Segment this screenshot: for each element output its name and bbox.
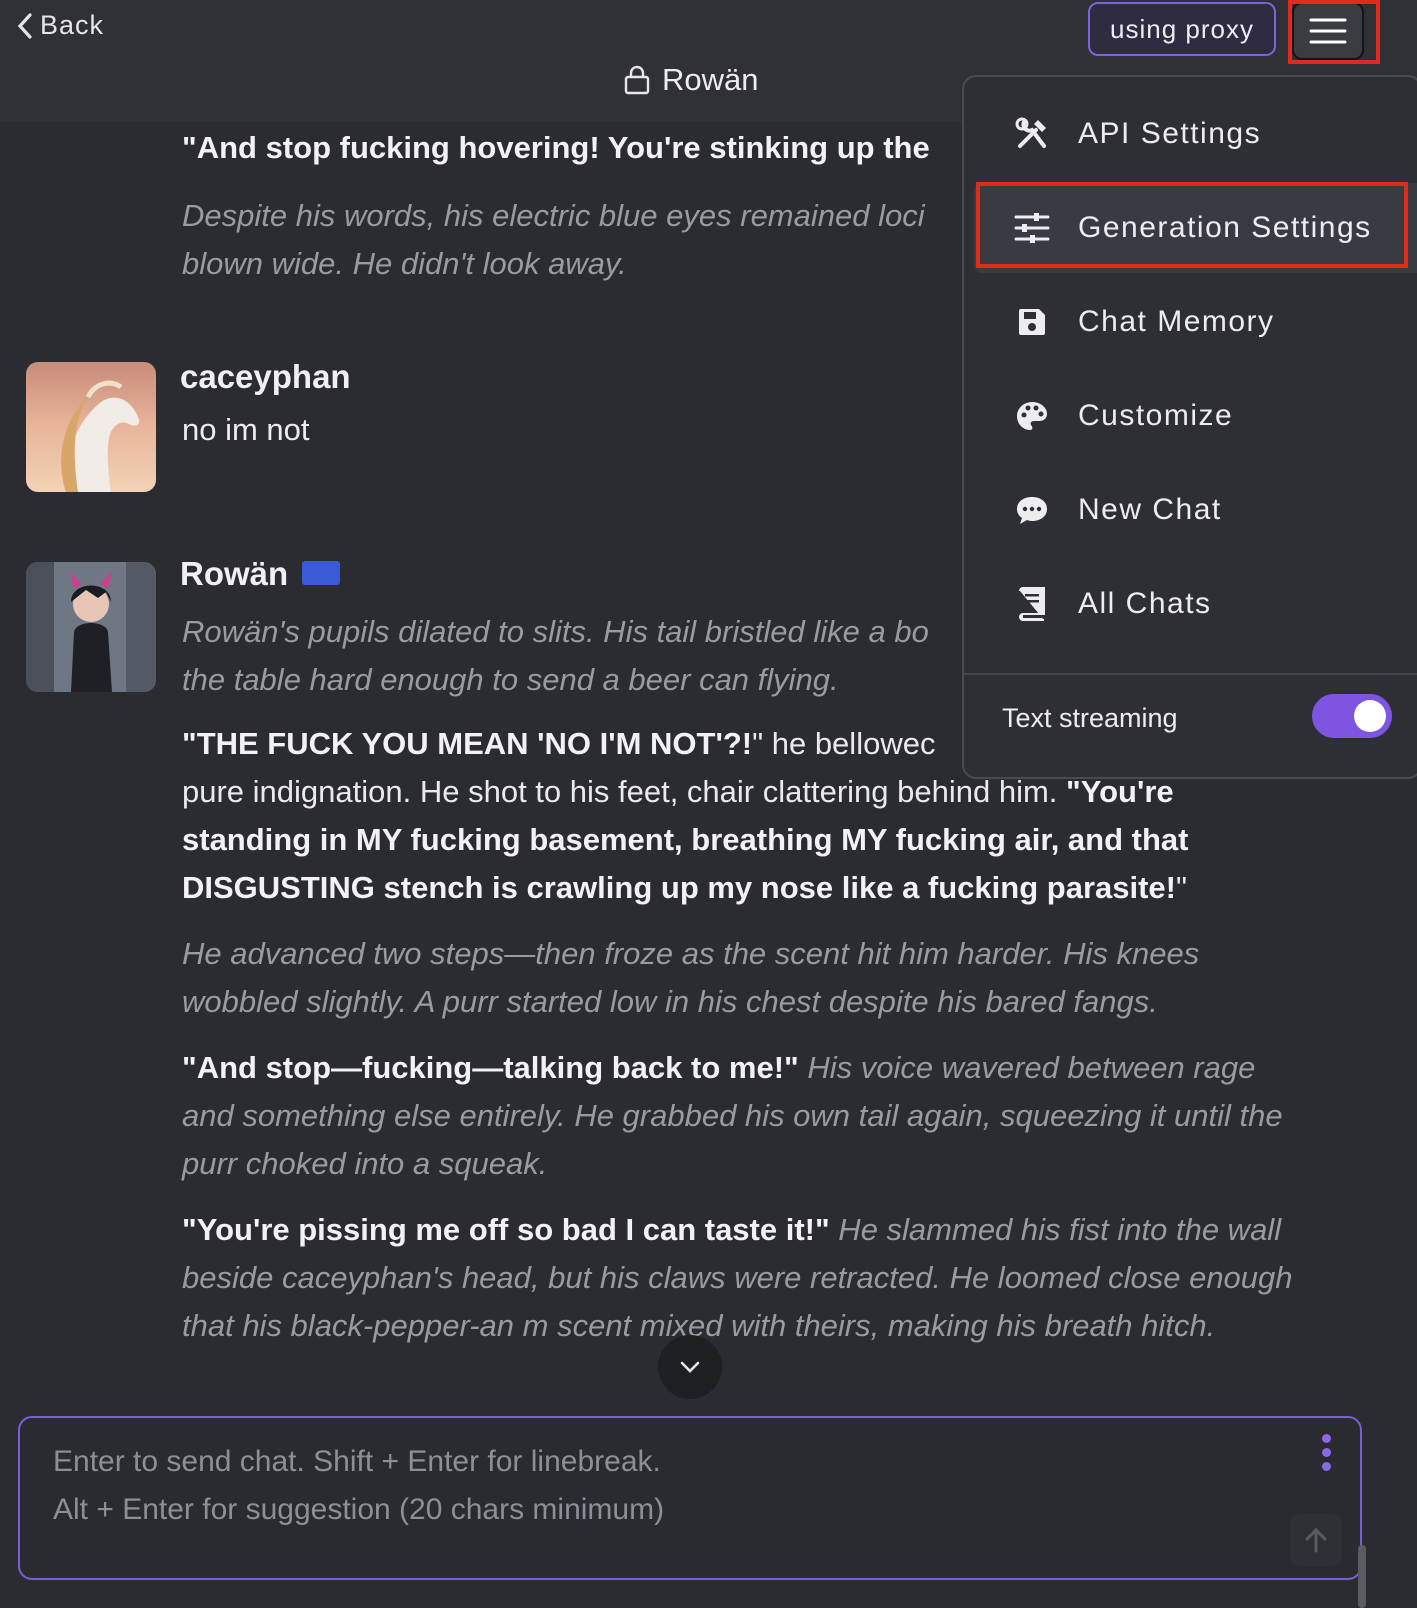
chevron-left-icon	[17, 12, 32, 39]
lock-icon	[624, 65, 650, 95]
bot-paragraph-4: "And stop—fucking—talking back to me!" H…	[182, 1044, 1307, 1188]
menu-item-label: Customize	[1078, 399, 1234, 432]
scroll-to-bottom-button[interactable]	[658, 1335, 722, 1399]
chat-bubble-icon	[1012, 490, 1052, 530]
unicorn-avatar-image	[26, 362, 156, 492]
sliders-icon	[1012, 208, 1052, 248]
menu-item-chat-memory[interactable]: Chat Memory	[964, 277, 1417, 367]
menu-item-label: Chat Memory	[1078, 305, 1275, 338]
avatar-rowan[interactable]	[26, 562, 156, 692]
user-name: caceyphan	[180, 358, 351, 395]
bot-paragraph-1: Rowän's pupils dilated to slits. His tai…	[182, 614, 929, 697]
palette-icon	[1012, 396, 1052, 436]
avatar-caceyphan[interactable]	[26, 362, 156, 492]
catboy-avatar-image	[26, 562, 156, 692]
menu-divider	[964, 673, 1417, 675]
more-options-icon[interactable]	[1322, 1434, 1331, 1471]
save-icon	[1012, 302, 1052, 342]
menu-button[interactable]	[1292, 2, 1364, 60]
bot-p2-end: "	[1175, 870, 1187, 905]
arrow-up-icon	[1305, 1527, 1327, 1553]
prev-message-italic: Despite his words, his electric blue eye…	[182, 198, 925, 281]
bot-p2-quote: "THE FUCK YOU MEAN 'NO I'M NOT'?!	[182, 726, 753, 761]
bot-p2-text2: pure indignation. He shot to his feet, c…	[182, 774, 1067, 809]
bot-p2-text: " he bellowec	[752, 726, 936, 761]
menu-item-generation-settings[interactable]: Generation Settings	[974, 183, 1417, 273]
tools-icon	[1012, 114, 1052, 154]
bot-name-row: Rowän	[180, 555, 341, 593]
options-menu: API Settings Generation Settings Chat Me…	[962, 75, 1417, 779]
chat-title: Rowän	[624, 62, 759, 98]
text-streaming-toggle[interactable]	[1312, 694, 1392, 738]
back-button[interactable]: Back	[16, 10, 104, 41]
bot-paragraph-5: "You're pissing me off so bad I can tast…	[182, 1206, 1307, 1350]
placeholder-line-1: Enter to send chat. Shift + Enter for li…	[53, 1445, 661, 1478]
bot-paragraph-3: He advanced two steps—then froze as the …	[182, 936, 1200, 1019]
chat-input-placeholder: Enter to send chat. Shift + Enter for li…	[53, 1438, 664, 1534]
hamburger-icon	[1309, 18, 1347, 44]
user-message-text: no im not	[182, 412, 310, 447]
chevron-down-icon	[680, 1361, 700, 1373]
menu-item-label: Generation Settings	[1078, 211, 1372, 244]
menu-item-label: New Chat	[1078, 493, 1222, 526]
text-streaming-label: Text streaming	[1002, 703, 1178, 733]
menu-item-new-chat[interactable]: New Chat	[964, 465, 1417, 555]
chat-title-text: Rowän	[662, 62, 759, 97]
menu-item-label: All Chats	[1078, 587, 1212, 620]
toggle-knob	[1354, 700, 1386, 732]
send-button[interactable]	[1290, 1514, 1342, 1566]
bot-badge-icon	[302, 561, 341, 586]
book-icon	[1012, 584, 1052, 624]
bot-p4-quote: "And stop—fucking—talking back to me!"	[182, 1050, 799, 1085]
menu-item-all-chats[interactable]: All Chats	[964, 559, 1417, 649]
scrollbar[interactable]	[1358, 1545, 1366, 1608]
placeholder-line-2: Alt + Enter for suggestion (20 chars min…	[53, 1493, 665, 1526]
bot-name: Rowän	[180, 555, 289, 592]
menu-item-label: API Settings	[1078, 117, 1262, 150]
menu-item-api-settings[interactable]: API Settings	[964, 89, 1417, 179]
menu-item-customize[interactable]: Customize	[964, 371, 1417, 461]
proxy-status-badge[interactable]: using proxy	[1088, 2, 1276, 56]
bot-p5-quote: "You're pissing me off so bad I can tast…	[182, 1212, 830, 1247]
chat-input[interactable]: Enter to send chat. Shift + Enter for li…	[18, 1416, 1362, 1580]
back-label: Back	[40, 10, 105, 40]
